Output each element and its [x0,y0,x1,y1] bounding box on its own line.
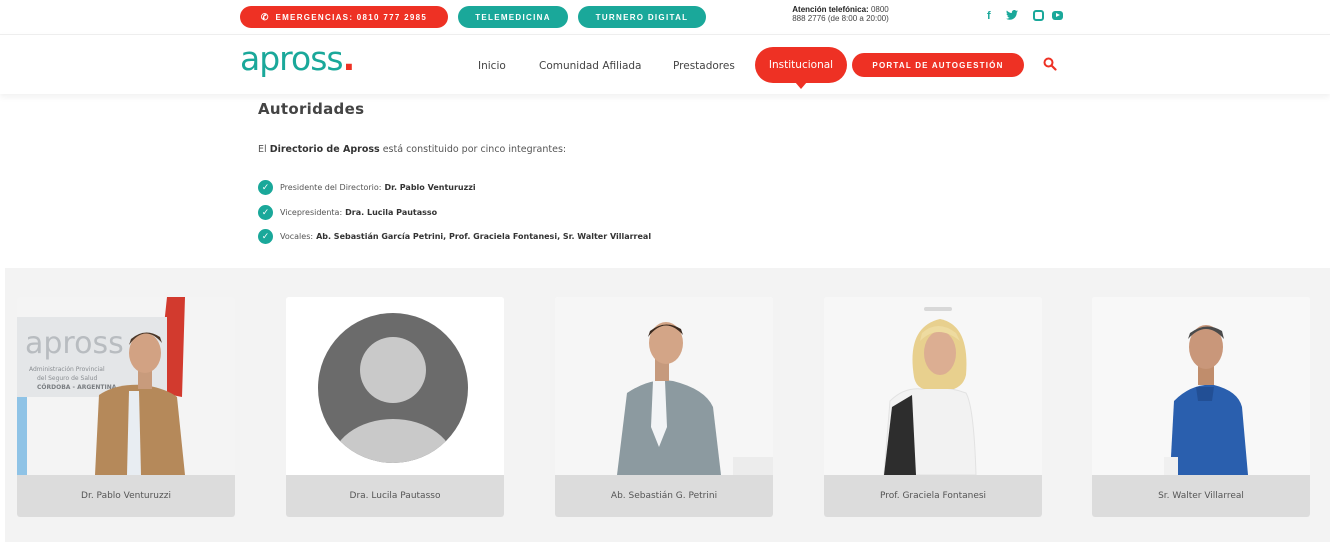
apross-logo[interactable]: apross. [240,39,356,78]
card-caption: Prof. Graciela Fontanesi [824,475,1042,517]
list-item-name: Dra. Lucila Pautasso [345,208,438,217]
check-icon: ✓ [258,205,273,220]
emergencias-label: EMERGENCIAS: 0810 777 2985 [275,12,428,22]
phone-icon: ✆ [260,11,269,22]
logo-text: apross [240,39,344,78]
card-caption: Dra. Lucila Pautasso [286,475,504,517]
list-item: ✓ Vicepresidenta: Dra. Lucila Pautasso [258,205,437,220]
telemedicina-label: TELEMEDICINA [475,12,551,22]
card-caption: Dr. Pablo Venturuzzi [17,475,235,517]
list-item: ✓ Presidente del Directorio: Dr. Pablo V… [258,180,476,195]
instagram-icon[interactable] [1033,10,1044,21]
card-caption: Ab. Sebastián G. Petrini [555,475,773,517]
nav-item-comunidad-afiliada[interactable]: Comunidad Afiliada [539,60,641,72]
authorities-gallery: apross Administración Provincial del Seg… [5,268,1330,542]
avatar-placeholder [286,297,504,475]
twitter-icon[interactable] [1006,10,1018,23]
card-caption: Sr. Walter Villarreal [1092,475,1310,517]
telemedicina-button[interactable]: TELEMEDICINA [458,6,568,28]
turnero-digital-button[interactable]: TURNERO DIGITAL [578,6,706,28]
phone-number: 0800 [870,5,889,14]
list-item-role: Vicepresidenta: [280,208,343,217]
facebook-icon[interactable]: f [987,10,991,22]
logo-dot: . [342,39,356,78]
portal-label: PORTAL DE AUTOGESTIÓN [872,60,1004,70]
portrait-photo [1092,297,1310,475]
check-icon: ✓ [258,180,273,195]
authority-card[interactable]: Prof. Graciela Fontanesi [824,297,1042,517]
turnero-label: TURNERO DIGITAL [595,12,689,22]
list-item-role: Vocales: [280,232,314,241]
phone-hours: 888 2776 (de 8:00 a 20:00) [792,14,889,23]
top-bar: ✆ EMERGENCIAS: 0810 777 2985 TELEMEDICIN… [0,0,1330,34]
youtube-icon[interactable] [1052,11,1063,20]
portrait-photo [824,297,1042,475]
intro-prefix: El [258,144,267,155]
page-title: Autoridades [258,100,365,118]
list-item-name: Dr. Pablo Venturuzzi [384,183,476,192]
intro-suffix: está constituido por cinco integrantes: [382,144,567,155]
list-item-role: Presidente del Directorio: [280,183,382,192]
phone-label: Atención telefónica: [792,5,869,14]
authority-card[interactable]: Dra. Lucila Pautasso [286,297,504,517]
sign-line-2: del Seguro de Salud [37,375,97,382]
search-icon[interactable] [1043,57,1057,71]
authority-card[interactable]: Ab. Sebastián G. Petrini [555,297,773,517]
phone-info: Atención telefónica: 0800 888 2776 (de 8… [778,5,903,23]
check-icon: ✓ [258,229,273,244]
portrait-photo: apross Administración Provincial del Seg… [17,297,235,475]
nav-item-inicio[interactable]: Inicio [478,60,506,72]
emergencias-button[interactable]: ✆ EMERGENCIAS: 0810 777 2985 [240,6,448,28]
portal-autogestion-button[interactable]: PORTAL DE AUTOGESTIÓN [852,53,1024,77]
main-navbar: apross. Inicio Comunidad Afiliada Presta… [0,34,1330,94]
authority-card[interactable]: Sr. Walter Villarreal [1092,297,1310,517]
sign-line-3: CÓRDOBA - ARGENTINA [37,384,117,391]
authority-card[interactable]: apross Administración Provincial del Seg… [17,297,235,517]
nav-item-prestadores[interactable]: Prestadores [673,60,735,72]
intro-text: El Directorio de Apross está constituido… [258,144,566,155]
intro-bold: Directorio de Apross [269,144,380,155]
nav-item-institucional[interactable]: Institucional [755,47,847,89]
nav-item-institucional-label: Institucional [768,59,834,71]
sign-logo: apross [25,326,124,361]
list-item-name: Ab. Sebastián García Petrini, Prof. Grac… [316,232,652,241]
list-item: ✓ Vocales: Ab. Sebastián García Petrini,… [258,229,651,244]
portrait-photo [555,297,773,475]
sign-line-1: Administración Provincial [29,366,105,373]
